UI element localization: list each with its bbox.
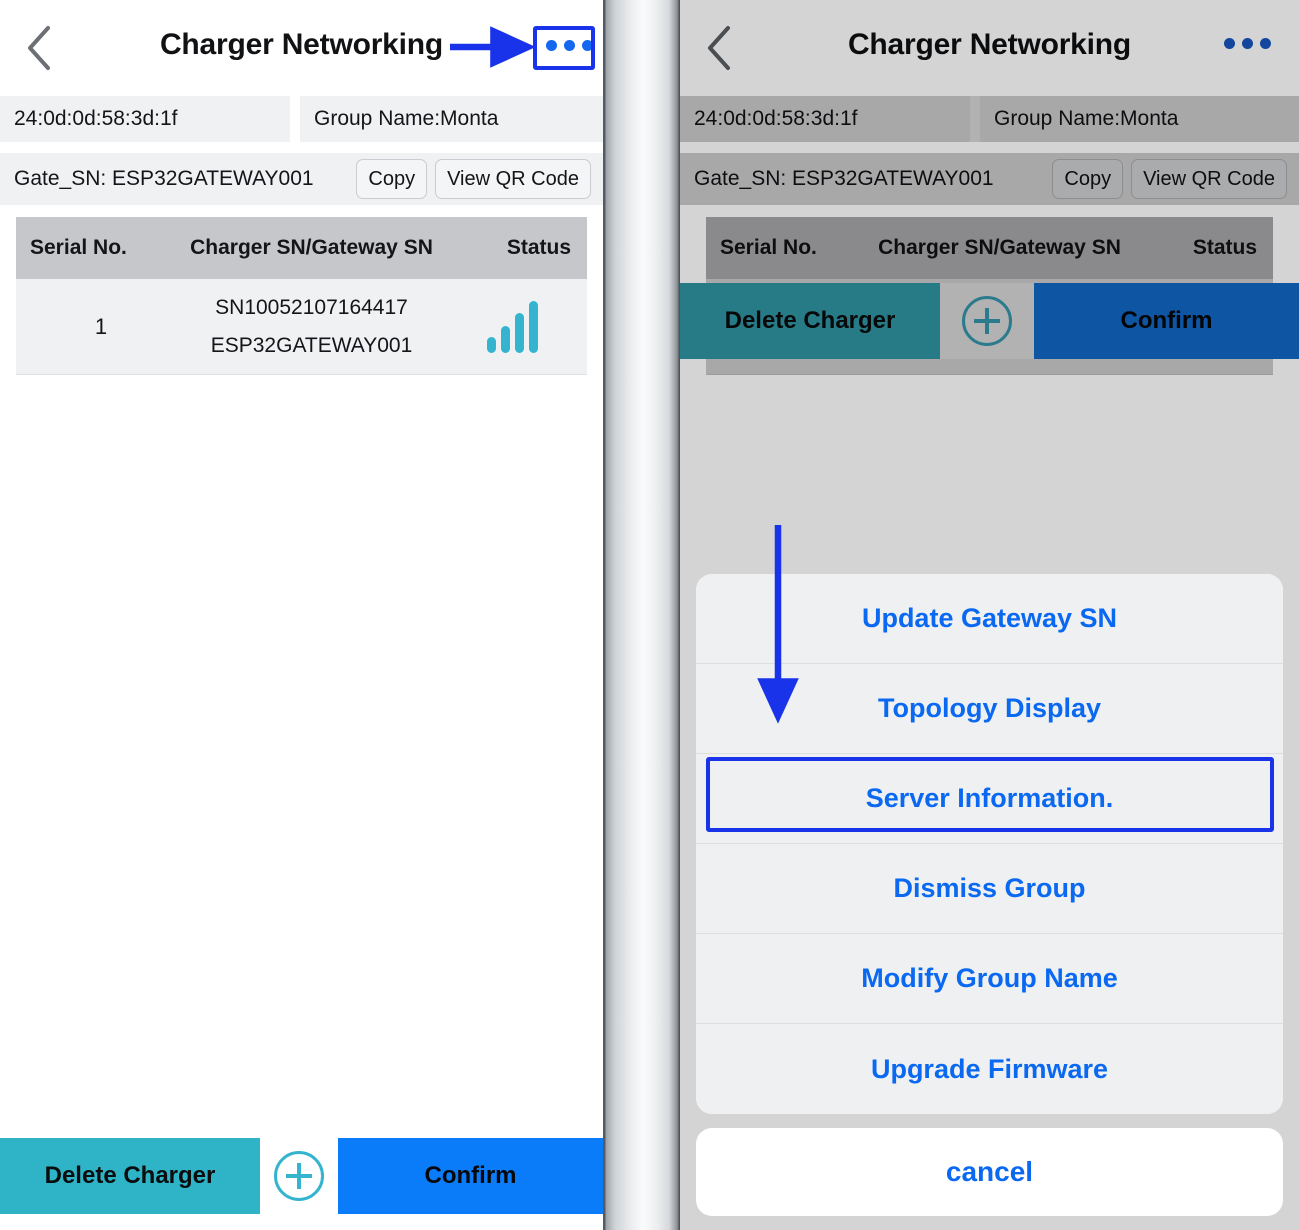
ellipsis-dot-3: [1260, 38, 1271, 49]
gateway-sn-label: Gate_SN: ESP32GATEWAY001: [14, 167, 314, 190]
ellipsis-dot-2: [564, 40, 575, 51]
ellipsis-dot-3: [582, 40, 593, 51]
signal-bars-icon: [486, 300, 538, 353]
dimmed-background-content: Charger Networking 24:0d:0d:58:3d:1f Gro…: [680, 0, 1299, 375]
delete-charger-button[interactable]: Delete Charger: [0, 1138, 260, 1214]
device-info-row: 24:0d:0d:58:3d:1f Group Name:Monta: [0, 96, 603, 142]
view-qr-code-button[interactable]: View QR Code: [1131, 159, 1287, 199]
copy-button[interactable]: Copy: [356, 159, 428, 199]
signal-bar-1: [486, 336, 496, 353]
bottom-action-bar-left: Delete Charger Confirm: [0, 1138, 603, 1214]
bottom-action-bar-right: Delete Charger Confirm: [680, 283, 1299, 359]
screenshot-root: Charger Networking 24:0d:0d:58:3d:1f Gro…: [0, 0, 1299, 1230]
charger-table: Serial No. Charger SN/Gateway SN Status …: [16, 217, 587, 375]
bottom-bar-gap: [260, 1138, 338, 1214]
bottom-bar-gap: [940, 283, 1034, 359]
table-header-row: Serial No. Charger SN/Gateway SN Status: [706, 217, 1273, 279]
header-status: Status: [1192, 236, 1257, 259]
nav-bar-right: Charger Networking: [680, 0, 1299, 96]
plus-circle-icon[interactable]: [274, 1151, 324, 1201]
action-sheet-item-upgrade-firmware[interactable]: Upgrade Firmware: [696, 1024, 1283, 1114]
row-status-cell: [437, 300, 587, 353]
phone-screen-right: Charger Networking 24:0d:0d:58:3d:1f Gro…: [680, 0, 1299, 1230]
header-charger-sn: Charger SN/Gateway SN: [190, 236, 433, 259]
action-sheet: Update Gateway SN Topology Display Serve…: [696, 574, 1283, 1114]
field-divider: [290, 96, 300, 142]
row-serial-no: 1: [94, 313, 108, 339]
device-info-row: 24:0d:0d:58:3d:1f Group Name:Monta: [680, 96, 1299, 142]
gateway-sn-row: Gate_SN: ESP32GATEWAY001 Copy View QR Co…: [680, 153, 1299, 205]
phone-screen-left: Charger Networking 24:0d:0d:58:3d:1f Gro…: [0, 0, 603, 1230]
table-header-row: Serial No. Charger SN/Gateway SN Status: [16, 217, 587, 279]
signal-bar-2: [500, 325, 510, 353]
group-name-field[interactable]: Group Name:Monta: [980, 96, 1299, 142]
action-sheet-cancel-button[interactable]: cancel: [696, 1128, 1283, 1216]
action-sheet-item-server-information[interactable]: Server Information.: [696, 754, 1283, 844]
copy-button[interactable]: Copy: [1052, 159, 1124, 199]
header-serial-no: Serial No.: [30, 236, 127, 259]
mac-address-field[interactable]: 24:0d:0d:58:3d:1f: [0, 96, 290, 142]
confirm-button[interactable]: Confirm: [1034, 283, 1299, 359]
signal-bar-3: [514, 312, 524, 353]
plus-circle-icon[interactable]: [962, 296, 1012, 346]
page-title: Charger Networking: [847, 28, 1132, 61]
header-serial-no: Serial No.: [720, 236, 817, 259]
field-divider: [970, 96, 980, 142]
action-sheet-item-update-gateway-sn[interactable]: Update Gateway SN: [696, 574, 1283, 664]
ellipsis-dot-2: [1242, 38, 1253, 49]
nav-bar-left: Charger Networking: [0, 0, 603, 96]
header-charger-sn: Charger SN/Gateway SN: [878, 236, 1121, 259]
delete-charger-button[interactable]: Delete Charger: [680, 283, 940, 359]
mac-address-field[interactable]: 24:0d:0d:58:3d:1f: [680, 96, 970, 142]
group-name-field[interactable]: Group Name:Monta: [300, 96, 603, 142]
header-status: Status: [506, 236, 571, 259]
gateway-sn-label: Gate_SN: ESP32GATEWAY001: [694, 167, 994, 190]
more-options-button[interactable]: [546, 40, 593, 51]
gateway-sn-row: Gate_SN: ESP32GATEWAY001 Copy View QR Co…: [0, 153, 603, 205]
row-sn-cell: SN10052107164417 ESP32GATEWAY001: [186, 296, 437, 358]
gateway-actions: Copy View QR Code: [356, 159, 591, 199]
more-options-button[interactable]: [1224, 38, 1271, 49]
view-qr-code-button[interactable]: View QR Code: [435, 159, 591, 199]
action-sheet-item-topology-display[interactable]: Topology Display: [696, 664, 1283, 754]
page-title: Charger Networking: [159, 28, 444, 61]
table-row[interactable]: 1 SN10052107164417 ESP32GATEWAY001: [16, 279, 587, 375]
gateway-actions: Copy View QR Code: [1052, 159, 1287, 199]
phone-bezel-divider: [603, 0, 680, 1230]
row-charger-sn: SN10052107164417: [215, 295, 408, 319]
row-gateway-sn: ESP32GATEWAY001: [210, 333, 413, 357]
action-sheet-item-dismiss-group[interactable]: Dismiss Group: [696, 844, 1283, 934]
ellipsis-dot-1: [546, 40, 557, 51]
action-sheet-item-modify-group-name[interactable]: Modify Group Name: [696, 934, 1283, 1024]
confirm-button[interactable]: Confirm: [338, 1138, 603, 1214]
signal-bar-4: [528, 300, 538, 353]
ellipsis-dot-1: [1224, 38, 1235, 49]
